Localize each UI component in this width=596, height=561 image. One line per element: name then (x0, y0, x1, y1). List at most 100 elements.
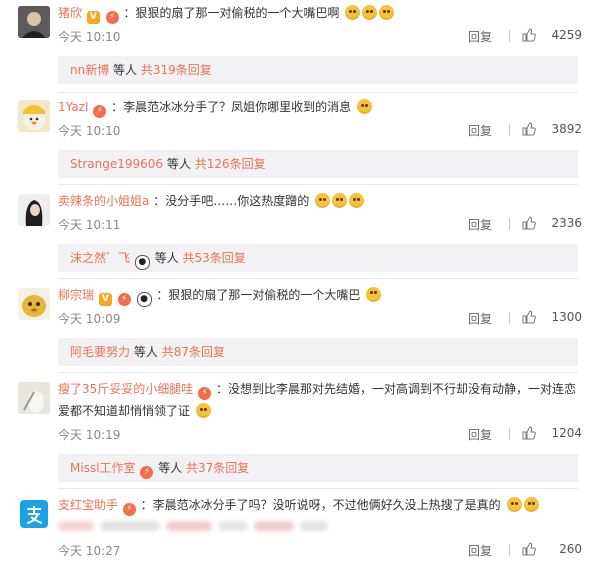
user-name[interactable]: 卖辣条的小姐姐a (58, 194, 149, 208)
divider (509, 30, 510, 42)
etc-label: 等人 (133, 345, 158, 359)
avatar[interactable] (18, 288, 50, 320)
reply-user-name[interactable]: 沫之然゛飞 (70, 251, 130, 265)
reply-button[interactable]: 回复 (468, 310, 492, 327)
reply-count[interactable]: 共53条回复 (183, 251, 246, 265)
like-count: 3892 (551, 122, 582, 136)
avatar-image (18, 194, 50, 226)
level-badge-icon: ⚡ (122, 503, 136, 516)
reply-summary[interactable]: Strange199606 等人 共126条回复 (58, 150, 578, 178)
comment-text: ：李晨范冰冰分手了吗？没听说呀，不过他俩好久没上热搜了是真的 (140, 498, 501, 512)
emoji-icon (332, 193, 348, 208)
thumbs-up-icon[interactable] (522, 310, 536, 324)
like-count: 2336 (551, 216, 582, 230)
reply-summary[interactable]: Missl工作室 ⚡ 等人 共37条回复 (58, 454, 578, 482)
user-name[interactable]: 瘦了35斤妥妥的小细腿哇 (58, 382, 193, 396)
comment-text: ：狠狠的扇了那一对偷税的一个大嘴巴啊 (123, 6, 340, 20)
reply-summary[interactable]: 沫之然゛飞 ● 等人 共53条回复 (58, 244, 578, 272)
emoji-icon (523, 497, 539, 512)
reply-count[interactable]: 共319条回复 (141, 63, 212, 77)
emoji-icon (379, 5, 395, 20)
avatar-image (18, 288, 50, 320)
divider (509, 544, 510, 556)
reply-user-name[interactable]: Strange199606 (70, 157, 163, 171)
emoji-icon (195, 403, 211, 418)
timestamp: 今天 10:10 (58, 124, 121, 138)
emoji-icon (357, 99, 373, 114)
verified-badge-icon: V (86, 11, 100, 24)
avatar-image (18, 100, 50, 132)
etc-label: 等人 (113, 63, 138, 77)
avatar-image (18, 382, 50, 414)
avatar[interactable] (18, 382, 50, 414)
reply-button[interactable]: 回复 (468, 542, 492, 559)
level-badge-icon: ⚡ (105, 11, 119, 24)
thumbs-up-icon[interactable] (522, 542, 536, 556)
divider (58, 184, 578, 185)
reply-count[interactable]: 共87条回复 (162, 345, 225, 359)
reply-user-name[interactable]: nn新博 (70, 63, 109, 77)
comment-text-continued: 爱都不知道却悄悄领了证 (58, 404, 191, 418)
user-name[interactable]: 柳宗瑞 (58, 288, 94, 302)
reply-summary[interactable]: nn新博 等人 共319条回复 (58, 56, 578, 84)
timestamp: 今天 10:11 (58, 218, 121, 232)
divider (509, 124, 510, 136)
reply-button[interactable]: 回复 (468, 122, 492, 139)
comment-text: ：没想到比李晨那对先结婚，一对高调到不行却没有动静，一对连恋 (215, 382, 576, 396)
thumbs-up-icon[interactable] (522, 28, 536, 42)
etc-label: 等人 (158, 461, 183, 475)
avatar[interactable] (18, 6, 50, 38)
user-name[interactable]: 猪欣 (58, 6, 82, 20)
comment-text: ：没分手吧……你这热度蹭的 (153, 194, 310, 208)
etc-label: 等人 (166, 157, 191, 171)
emoji-icon (349, 193, 365, 208)
avatar[interactable] (18, 100, 50, 132)
level-badge-icon: ⚡ (198, 387, 212, 400)
avatar[interactable] (18, 498, 50, 530)
divider (509, 428, 510, 440)
blurred-content (58, 518, 334, 532)
verified-badge-icon: V (98, 293, 112, 306)
comment-text: ：狠狠的扇了那一对偷税的一个大嘴巴 (156, 288, 361, 302)
emoji-icon (506, 497, 522, 512)
avatar[interactable] (18, 194, 50, 226)
divider (509, 312, 510, 324)
reply-count[interactable]: 共37条回复 (186, 461, 249, 475)
user-name[interactable]: 1YazI (58, 100, 89, 114)
timestamp: 今天 10:10 (58, 30, 121, 44)
thumbs-up-icon[interactable] (522, 122, 536, 136)
thumbs-up-icon[interactable] (522, 426, 536, 440)
laugh-emoji-icon (366, 287, 382, 302)
divider (58, 92, 578, 93)
like-count: 1300 (551, 310, 582, 324)
reply-button[interactable]: 回复 (468, 426, 492, 443)
divider (58, 488, 578, 489)
emoji-icon (362, 5, 378, 20)
divider (509, 218, 510, 230)
level-badge-icon: ⚡ (93, 105, 107, 118)
reply-summary[interactable]: 阿毛要努力 等人 共87条回复 (58, 338, 578, 366)
reply-user-name[interactable]: Missl工作室 (70, 461, 136, 475)
panda-icon: ● (136, 292, 152, 307)
divider (58, 278, 578, 279)
avatar-image (18, 6, 50, 38)
reply-user-name[interactable]: 阿毛要努力 (70, 345, 130, 359)
divider (58, 372, 578, 373)
timestamp: 今天 10:09 (58, 312, 121, 326)
emoji-icon (345, 5, 361, 20)
user-name[interactable]: 支红宝助手 (58, 498, 118, 512)
timestamp: 今天 10:19 (58, 428, 121, 442)
reply-button[interactable]: 回复 (468, 216, 492, 233)
reply-count[interactable]: 共126条回复 (195, 157, 266, 171)
level-badge-icon: ⚡ (140, 466, 154, 479)
alipay-logo-icon (18, 498, 50, 530)
thumbs-up-icon[interactable] (522, 216, 536, 230)
level-badge-icon: ⚡ (117, 293, 131, 306)
panda-icon: ● (134, 255, 150, 270)
like-count: 4259 (551, 28, 582, 42)
reply-button[interactable]: 回复 (468, 28, 492, 45)
emoji-icon (315, 193, 331, 208)
comment-text: ：李晨范冰冰分手了？凤姐你哪里收到的消息 (111, 100, 352, 114)
etc-label: 等人 (154, 251, 179, 265)
timestamp: 今天 10:27 (58, 544, 121, 558)
